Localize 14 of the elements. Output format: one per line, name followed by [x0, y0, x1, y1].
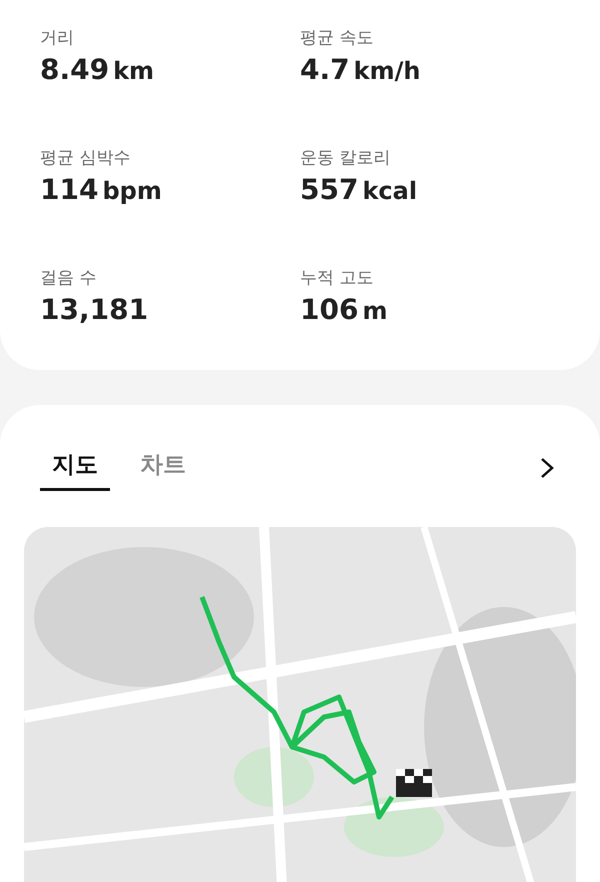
stat-value: 8.49 km	[40, 53, 156, 86]
stat-label: 평균 심박수	[40, 147, 132, 169]
stat-value: 557 kcal	[300, 173, 418, 206]
stat-value: 4.7 km/h	[300, 53, 422, 86]
stat-label: 운동 칼로리	[300, 147, 392, 169]
stat-value: 114 bpm	[40, 173, 163, 206]
stat-value: 13,181	[40, 293, 150, 326]
stat-label: 평균 속도	[300, 27, 374, 49]
stat-label: 누적 고도	[300, 267, 374, 289]
stat-value: 106 m	[300, 293, 388, 326]
stat-label: 걸음 수	[40, 267, 98, 289]
tab[interactable]: 지도	[40, 445, 110, 491]
chevron-right-icon[interactable]	[540, 457, 554, 479]
stat-label: 거리	[40, 27, 75, 49]
